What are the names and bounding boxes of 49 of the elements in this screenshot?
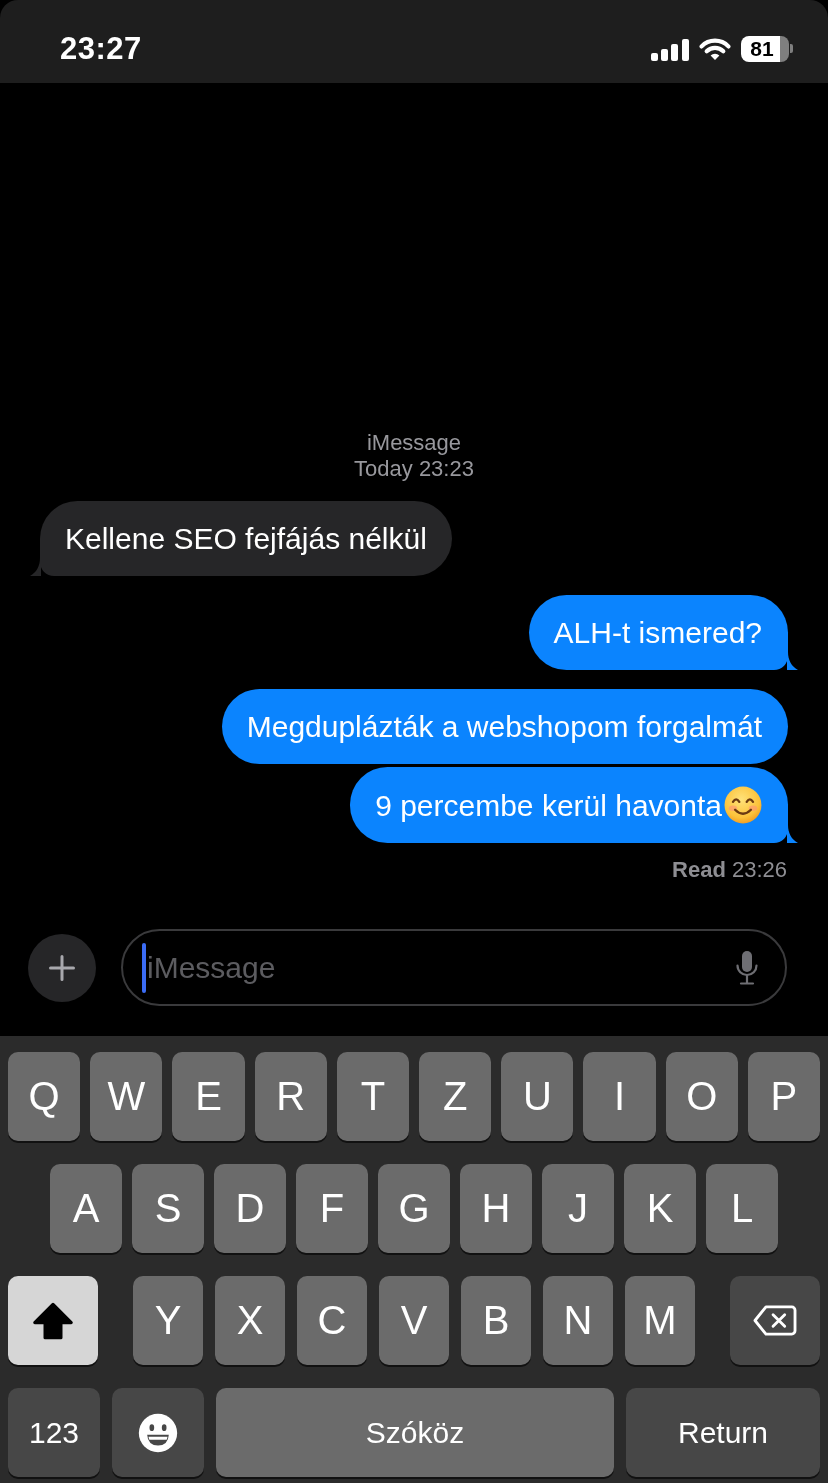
letter-key[interactable]: J [542, 1164, 614, 1253]
letter-key[interactable]: A [50, 1164, 122, 1253]
letter-key[interactable]: T [336, 1052, 409, 1141]
microphone-icon[interactable] [735, 949, 759, 986]
grinning-face-icon [138, 1412, 178, 1453]
letter-key[interactable]: G [378, 1164, 450, 1253]
message-text: Kellene SEO fejfájás nélkül [65, 521, 427, 557]
letter-key[interactable]: B [461, 1276, 531, 1365]
backspace-icon [753, 1305, 797, 1336]
letter-key[interactable]: F [296, 1164, 368, 1253]
shift-arrow-icon [32, 1301, 74, 1340]
letter-key[interactable]: Y [133, 1276, 203, 1365]
shift-key[interactable] [8, 1276, 98, 1365]
letter-key[interactable]: H [460, 1164, 532, 1253]
message-text: ALH-t ismered? [553, 615, 762, 651]
plus-icon [49, 954, 75, 981]
letter-key[interactable]: V [379, 1276, 449, 1365]
letter-key[interactable]: Q [8, 1052, 81, 1141]
status-time: 23:27 [60, 30, 142, 67]
letter-key[interactable]: S [132, 1164, 204, 1253]
letter-key[interactable]: E [172, 1052, 245, 1141]
return-key[interactable]: Return [626, 1388, 820, 1477]
delete-key[interactable] [730, 1276, 820, 1365]
service-label: iMessage [366, 430, 462, 456]
battery-percentage: 81 [750, 35, 774, 62]
letter-key[interactable]: O [665, 1052, 738, 1141]
letter-key[interactable]: X [215, 1276, 285, 1365]
space-key[interactable]: Szóköz [216, 1388, 614, 1477]
letter-key[interactable]: L [706, 1164, 778, 1253]
read-receipt: Read 23:26 [672, 857, 787, 883]
letter-key[interactable]: K [624, 1164, 696, 1253]
letter-key[interactable]: U [501, 1052, 574, 1141]
letter-key[interactable]: W [90, 1052, 163, 1141]
letter-key[interactable]: D [214, 1164, 286, 1253]
message-text: 9 percembe kerül havonta [375, 787, 722, 824]
letter-key[interactable]: M [625, 1276, 695, 1365]
numbers-key[interactable]: 123 [8, 1388, 100, 1477]
message-input[interactable]: iMessage [121, 929, 787, 1006]
thread-timestamp: Today 23:23 [354, 456, 474, 482]
letter-key[interactable]: P [747, 1052, 821, 1141]
wifi-icon [699, 36, 731, 61]
emoji-key[interactable] [112, 1388, 204, 1477]
message-text: Megduplázták a webshopom forgalmát [246, 709, 762, 745]
signal-icon [651, 38, 689, 61]
letter-key[interactable]: I [583, 1052, 656, 1141]
letter-key[interactable]: C [297, 1276, 367, 1365]
letter-key[interactable]: R [254, 1052, 327, 1141]
letter-key[interactable]: Z [419, 1052, 492, 1141]
letter-key[interactable]: N [543, 1276, 613, 1365]
